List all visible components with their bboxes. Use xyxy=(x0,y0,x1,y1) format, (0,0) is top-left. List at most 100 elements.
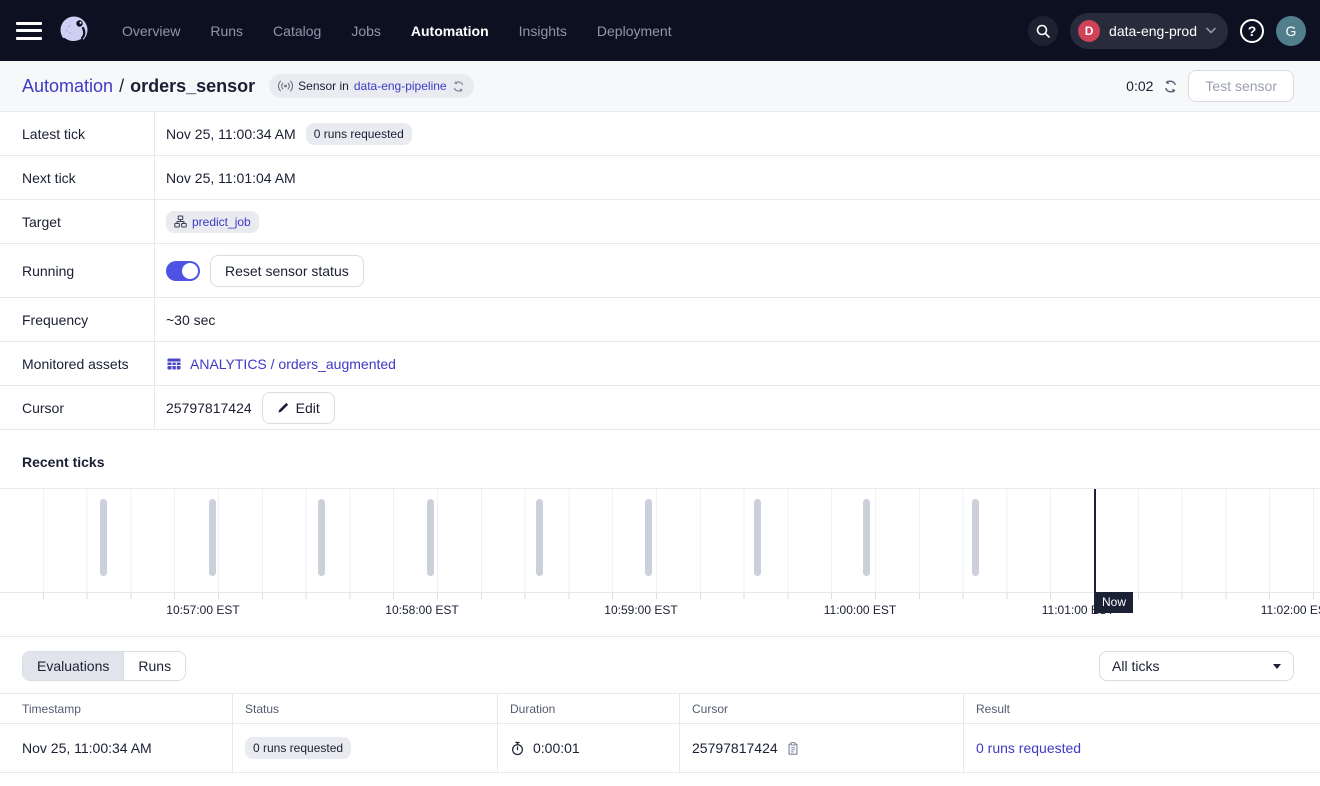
tick-bar[interactable] xyxy=(754,499,761,576)
tick-filter-select[interactable]: All ticks xyxy=(1099,651,1294,681)
stopwatch-icon xyxy=(510,741,525,756)
tick-timestamp: Nov 25, 11:00:34 AM xyxy=(22,740,152,756)
reset-sensor-status-button[interactable]: Reset sensor status xyxy=(210,255,364,287)
tick-bar[interactable] xyxy=(100,499,107,576)
monitored-asset-key: ANALYTICS / orders_augmented xyxy=(190,356,396,372)
tick-result-link[interactable]: 0 runs requested xyxy=(976,740,1081,756)
tick-filter-value: All ticks xyxy=(1112,658,1159,674)
row-label: Running xyxy=(0,244,155,297)
tab-runs[interactable]: Runs xyxy=(123,652,185,680)
row-label: Monitored assets xyxy=(0,342,155,385)
caret-down-icon xyxy=(1273,664,1281,669)
tick-timeline: 10:57:00 EST 10:58:00 EST 10:59:00 EST 11:0… xyxy=(0,488,1320,619)
nav-item-automation[interactable]: Automation xyxy=(411,23,489,39)
menu-icon[interactable] xyxy=(16,22,42,40)
nav-items: Overview Runs Catalog Jobs Automation Insight… xyxy=(122,23,672,39)
row-cursor: Cursor 25797817424 Edit xyxy=(0,386,1320,430)
edit-cursor-label: Edit xyxy=(296,400,320,416)
table-header-row: Timestamp Status Duration Cursor Result xyxy=(0,693,1320,724)
monitored-asset-link[interactable]: ANALYTICS / orders_augmented xyxy=(166,356,396,372)
tick-bar[interactable] xyxy=(427,499,434,576)
latest-tick-timestamp: Nov 25, 11:00:34 AM xyxy=(166,126,296,142)
nav-item-runs[interactable]: Runs xyxy=(210,23,243,39)
dagster-logo[interactable] xyxy=(56,13,92,49)
row-label: Next tick xyxy=(0,156,155,199)
timeline-chart-area xyxy=(0,489,1320,593)
page-header: Automation / orders_sensor Sensor in data-… xyxy=(0,61,1320,112)
axis-label: 10:58:00 EST xyxy=(385,603,458,617)
help-icon[interactable]: ? xyxy=(1240,19,1264,43)
reload-location-icon[interactable] xyxy=(452,80,465,93)
breadcrumb-automation-link[interactable]: Automation xyxy=(22,76,113,96)
nav-item-insights[interactable]: Insights xyxy=(519,23,567,39)
row-label: Latest tick xyxy=(0,112,155,155)
search-icon[interactable] xyxy=(1028,16,1058,46)
nav-item-jobs[interactable]: Jobs xyxy=(351,23,381,39)
row-running: Running Reset sensor status xyxy=(0,244,1320,298)
row-monitored-assets: Monitored assets ANALYTICS / orders_augm… xyxy=(0,342,1320,386)
nav-item-deployment[interactable]: Deployment xyxy=(597,23,672,39)
tick-bar[interactable] xyxy=(863,499,870,576)
sensor-location-badge: Sensor in data-eng-pipeline xyxy=(269,74,473,98)
tick-bar[interactable] xyxy=(318,499,325,576)
asset-table-icon xyxy=(166,356,182,372)
deployment-switcher[interactable]: D data-eng-prod xyxy=(1070,13,1228,49)
tick-duration: 0:00:01 xyxy=(533,740,580,756)
nav-item-catalog[interactable]: Catalog xyxy=(273,23,321,39)
target-job-link[interactable]: predict_job xyxy=(192,215,251,229)
user-avatar[interactable]: G xyxy=(1276,16,1306,46)
evaluations-table: Timestamp Status Duration Cursor Result … xyxy=(0,693,1320,773)
row-latest-tick: Latest tick Nov 25, 11:00:34 AM 0 runs r… xyxy=(0,112,1320,156)
row-next-tick: Next tick Nov 25, 11:01:04 AM xyxy=(0,156,1320,200)
row-label: Frequency xyxy=(0,298,155,341)
test-sensor-button[interactable]: Test sensor xyxy=(1188,70,1294,102)
tick-cursor: 25797817424 xyxy=(692,740,778,756)
tick-bar[interactable] xyxy=(645,499,652,576)
page-title: orders_sensor xyxy=(130,76,255,96)
latest-tick-status-badge: 0 runs requested xyxy=(306,123,412,145)
row-label: Target xyxy=(0,200,155,243)
tick-status-badge: 0 runs requested xyxy=(245,737,351,759)
col-cursor: Cursor xyxy=(680,694,964,723)
sensor-badge-prefix: Sensor in xyxy=(298,79,349,93)
cursor-value: 25797817424 xyxy=(166,400,252,416)
copy-icon[interactable] xyxy=(786,741,800,756)
job-icon xyxy=(174,215,187,228)
target-job-pill[interactable]: predict_job xyxy=(166,211,259,233)
tick-bar[interactable] xyxy=(209,499,216,576)
deployment-badge: D xyxy=(1078,20,1100,42)
running-toggle[interactable] xyxy=(166,261,200,281)
refresh-countdown: 0:02 xyxy=(1126,78,1153,94)
tab-evaluations[interactable]: Evaluations xyxy=(23,652,123,680)
axis-label: 10:57:00 EST xyxy=(166,603,239,617)
recent-ticks-heading: Recent ticks xyxy=(0,430,1320,488)
code-location-link[interactable]: data-eng-pipeline xyxy=(354,79,447,93)
row-frequency: Frequency ~30 sec xyxy=(0,298,1320,342)
table-row: Nov 25, 11:00:34 AM 0 runs requested 0:0… xyxy=(0,724,1320,773)
col-duration: Duration xyxy=(498,694,680,723)
col-status: Status xyxy=(233,694,498,723)
ticks-history-section: Evaluations Runs All ticks Timestamp Sta… xyxy=(0,636,1320,773)
pencil-icon xyxy=(277,401,290,414)
refresh-icon[interactable] xyxy=(1163,79,1178,94)
next-tick-timestamp: Nov 25, 11:01:04 AM xyxy=(166,170,296,186)
tick-bar[interactable] xyxy=(536,499,543,576)
nav-item-overview[interactable]: Overview xyxy=(122,23,180,39)
edit-cursor-button[interactable]: Edit xyxy=(262,392,335,424)
axis-label: 11:00:00 EST xyxy=(824,603,897,617)
now-badge: Now xyxy=(1095,592,1133,613)
sensor-icon xyxy=(278,80,293,92)
history-tabs: Evaluations Runs xyxy=(22,651,186,681)
row-label: Cursor xyxy=(0,386,155,429)
axis-label: 10:59:00 EST xyxy=(604,603,677,617)
chevron-down-icon xyxy=(1206,27,1216,34)
row-target: Target predict_job xyxy=(0,200,1320,244)
axis-label: 11:02:00 EST xyxy=(1261,603,1320,617)
sensor-details: Latest tick Nov 25, 11:00:34 AM 0 runs r… xyxy=(0,112,1320,430)
deployment-name: data-eng-prod xyxy=(1109,23,1197,39)
col-result: Result xyxy=(964,694,1320,723)
frequency-value: ~30 sec xyxy=(166,312,215,328)
tick-bar[interactable] xyxy=(972,499,979,576)
top-nav: Overview Runs Catalog Jobs Automation Insight… xyxy=(0,0,1320,61)
breadcrumb-separator: / xyxy=(119,76,124,96)
